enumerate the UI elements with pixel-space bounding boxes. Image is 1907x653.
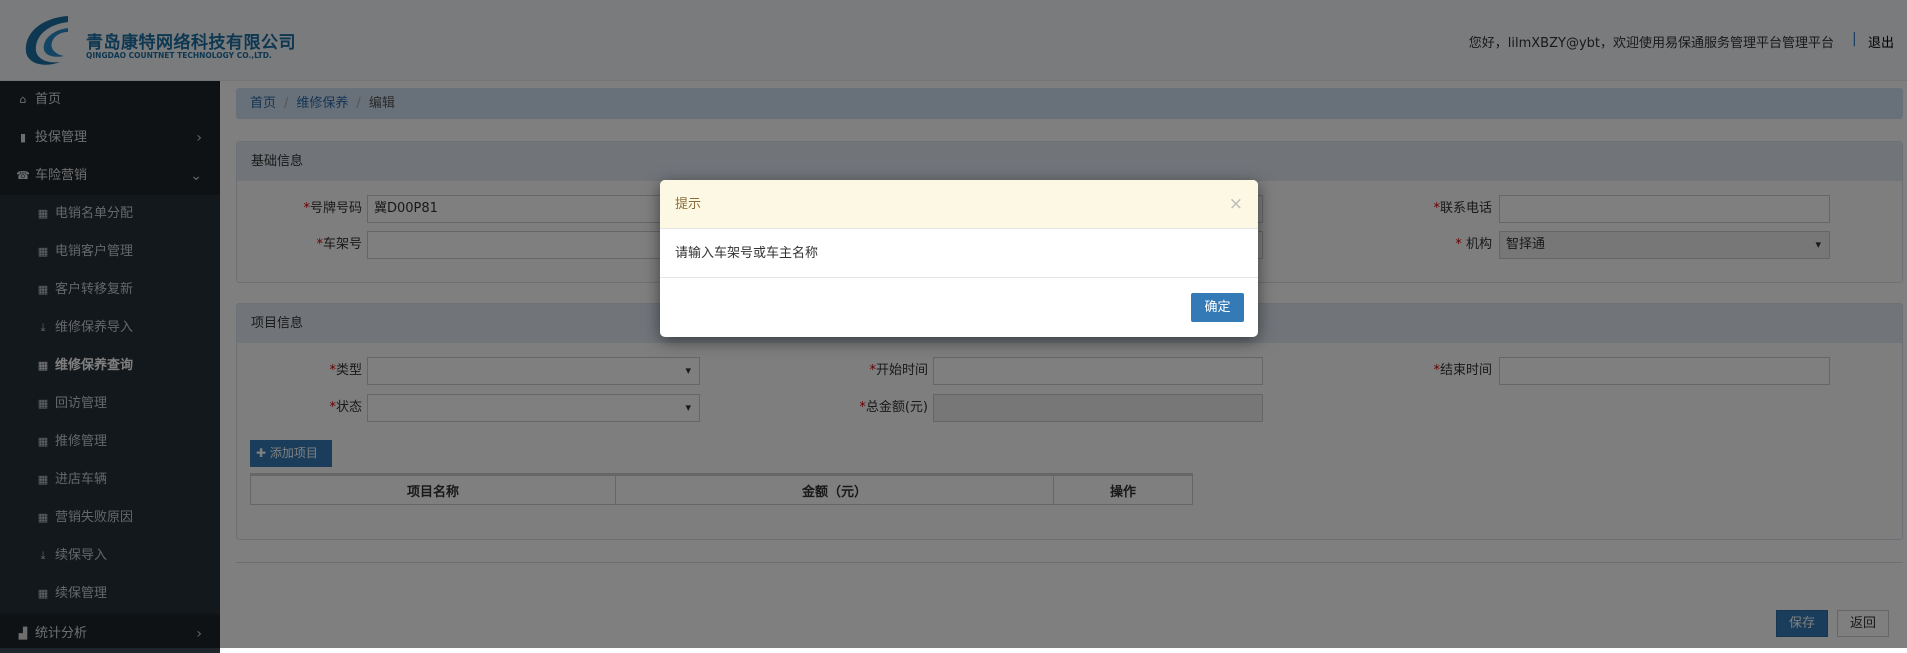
modal-title: 提示 (675, 197, 702, 212)
modal-header: 提示 × (660, 180, 1258, 229)
alert-modal: 提示 × 请输入车架号或车主名称 确定 (660, 180, 1258, 337)
close-icon[interactable]: × (1229, 180, 1243, 229)
modal-message: 请输入车架号或车主名称 (660, 229, 1258, 278)
confirm-button[interactable]: 确定 (1191, 293, 1244, 322)
